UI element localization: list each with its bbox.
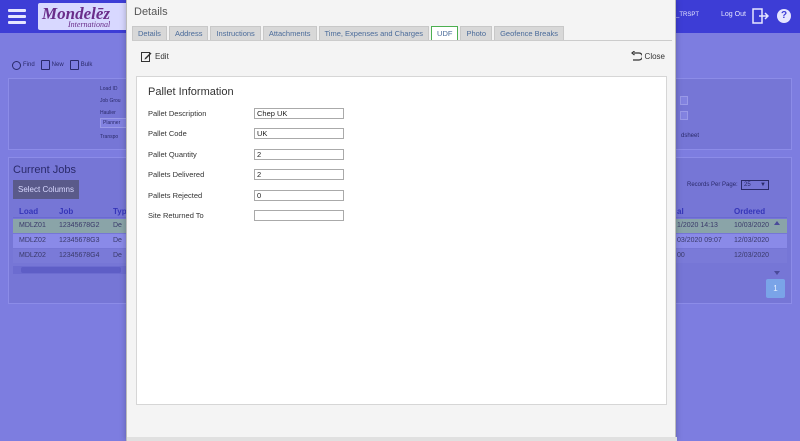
pallets-rejected-input[interactable] <box>254 190 344 201</box>
col-ordered[interactable]: Ordered <box>734 207 765 216</box>
haulier-label: Haulier <box>100 110 116 116</box>
edit-button[interactable]: Edit <box>141 51 169 62</box>
edit-icon <box>141 52 152 62</box>
brand-logo: Mondelēz International <box>38 3 128 30</box>
cell-job: 12345678G2 <box>59 222 100 229</box>
col-arrival[interactable]: al <box>677 207 684 216</box>
cell-load: MDLZ02 <box>19 252 46 259</box>
background-actions: Find New Bulk <box>12 60 92 70</box>
field-label: Pallets Delivered <box>148 170 205 179</box>
cell-type: De <box>113 252 122 259</box>
col-type[interactable]: Typ <box>113 207 127 216</box>
site-returned-to-input[interactable] <box>254 210 344 221</box>
load-id-label: Load ID <box>100 86 118 92</box>
hamburger-menu-icon[interactable] <box>8 9 26 24</box>
cell-job: 12345678G3 <box>59 237 100 244</box>
records-per-page-select[interactable]: 25 ▼ <box>741 180 769 190</box>
user-name: _TRSPT <box>676 12 700 18</box>
close-label: Close <box>644 51 665 61</box>
bulk-action[interactable]: Bulk <box>69 60 93 70</box>
spreadsheet-label[interactable]: dsheet <box>681 133 699 139</box>
cell-arrival: 00 <box>677 252 685 259</box>
chevron-down-icon: ▼ <box>760 182 766 188</box>
new-document-icon <box>40 60 50 70</box>
tab-time-expenses-charges[interactable]: Time, Expenses and Charges <box>318 26 430 40</box>
col-job[interactable]: Job <box>59 207 73 216</box>
udf-content-panel: Pallet Information Pallet Description Pa… <box>136 76 667 405</box>
modal-title: Details <box>134 6 168 18</box>
logout-icon[interactable] <box>751 7 769 25</box>
cell-type: De <box>113 222 122 229</box>
scrollbar-thumb[interactable] <box>21 267 121 273</box>
col-load[interactable]: Load <box>19 207 38 216</box>
close-button[interactable]: Close <box>630 51 665 61</box>
right-filter-box-2[interactable] <box>680 111 688 120</box>
select-columns-button[interactable]: Select Columns <box>13 180 79 199</box>
tab-geofence-breaks[interactable]: Geofence Breaks <box>494 26 565 40</box>
details-modal: Details Details Address Instructions Att… <box>126 0 677 441</box>
field-label: Pallet Quantity <box>148 150 197 159</box>
cell-job: 12345678G4 <box>59 252 100 259</box>
pallet-quantity-input[interactable] <box>254 149 344 160</box>
new-label: New <box>51 62 64 68</box>
find-action[interactable]: Find <box>12 60 35 70</box>
page-button[interactable]: 1 <box>766 279 785 298</box>
field-label: Pallet Description <box>148 109 207 118</box>
vertical-scroll-arrows[interactable] <box>770 219 784 277</box>
cell-ordered: 12/03/2020 <box>734 252 770 259</box>
section-title: Pallet Information <box>148 86 234 98</box>
field-label: Site Returned To <box>148 211 204 220</box>
search-icon <box>12 60 21 70</box>
tab-divider <box>132 40 672 41</box>
tab-photo[interactable]: Photo <box>460 26 493 40</box>
logout-link[interactable]: Log Out <box>721 11 746 18</box>
pallet-description-input[interactable] <box>254 108 344 119</box>
pallets-delivered-input[interactable] <box>254 169 344 180</box>
brand-subtitle: International <box>68 20 111 29</box>
tab-udf[interactable]: UDF <box>431 26 459 41</box>
field-label: Pallet Code <box>148 129 187 138</box>
bulk-document-icon <box>69 60 79 70</box>
undo-arrow-icon <box>630 51 642 61</box>
records-per-page-value: 25 <box>744 182 751 188</box>
modal-footer-edge <box>127 437 677 441</box>
cell-ordered: 10/03/2020 <box>734 222 770 229</box>
job-group-label: Job Grou <box>100 98 121 104</box>
transport-label: Transpo <box>100 134 119 140</box>
new-action[interactable]: New <box>40 60 64 70</box>
right-filter-box[interactable] <box>680 96 688 105</box>
tab-details[interactable]: Details <box>132 26 167 40</box>
pallet-code-input[interactable] <box>254 128 344 139</box>
tab-attachments[interactable]: Attachments <box>262 26 317 40</box>
help-icon[interactable]: ? <box>777 9 791 23</box>
cell-load: MDLZ02 <box>19 237 46 244</box>
bulk-label: Bulk <box>80 62 93 68</box>
cell-arrival: 03/2020 09:07 <box>677 237 722 244</box>
find-label: Find <box>23 62 35 68</box>
tab-instructions[interactable]: Instructions <box>210 26 261 40</box>
field-label: Pallets Rejected <box>148 191 203 200</box>
cell-load: MDLZ01 <box>19 222 46 229</box>
cell-type: De <box>113 237 122 244</box>
horizontal-scrollbar[interactable] <box>13 266 126 274</box>
tab-address[interactable]: Address <box>168 26 209 40</box>
modal-toolbar: Edit Close <box>137 49 667 65</box>
current-jobs-title: Current Jobs <box>13 164 76 176</box>
records-per-page-label: Records Per Page: <box>687 182 738 188</box>
edit-label: Edit <box>155 52 169 61</box>
cell-ordered: 12/03/2020 <box>734 237 770 244</box>
cell-arrival: 1/2020 14:13 <box>677 222 718 229</box>
tab-bar: Details Address Instructions Attachments… <box>132 26 565 41</box>
